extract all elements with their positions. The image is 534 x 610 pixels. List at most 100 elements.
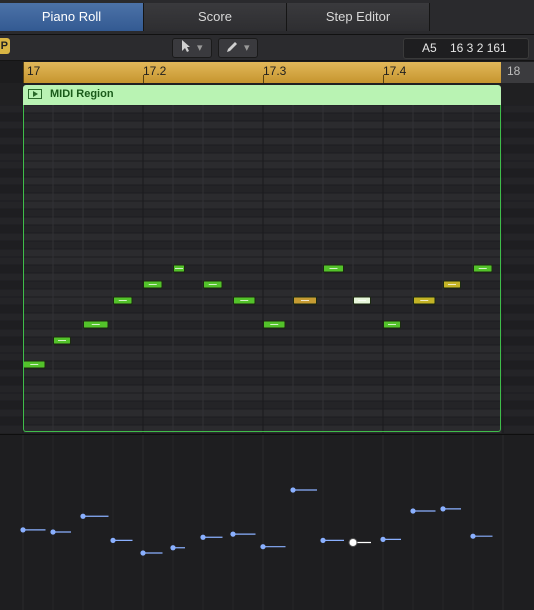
velocity-point xyxy=(200,534,206,540)
midi-note[interactable] xyxy=(173,264,185,273)
region-ruler-bar xyxy=(23,62,501,83)
ruler-label: 17.2 xyxy=(143,64,167,78)
midi-note[interactable] xyxy=(413,296,436,305)
pitch-row xyxy=(0,121,534,129)
pitch-row xyxy=(0,137,534,145)
pitch-row xyxy=(0,369,534,377)
midi-note[interactable] xyxy=(113,296,133,305)
midi-note[interactable] xyxy=(203,280,223,289)
pitch-row xyxy=(0,417,534,425)
ruler-label: 18 xyxy=(507,64,521,78)
velocity-point xyxy=(440,506,446,512)
pitch-row xyxy=(0,169,534,177)
pitch-row xyxy=(0,425,534,433)
pitch-row xyxy=(0,185,534,193)
midi-note[interactable] xyxy=(443,280,461,289)
tab-piano-roll[interactable]: Piano Roll xyxy=(0,3,144,31)
pitch-row xyxy=(0,273,534,281)
velocity-point xyxy=(260,544,266,550)
velocity-point xyxy=(110,537,116,543)
bar-ruler[interactable]: 17 17.2 17.3 17.4 18 xyxy=(0,61,534,83)
pitch-row xyxy=(0,345,534,353)
pitch-row xyxy=(0,385,534,393)
pitch-row xyxy=(0,193,534,201)
velocity-point xyxy=(80,513,86,519)
velocity-point xyxy=(50,529,56,535)
midi-note[interactable] xyxy=(53,336,71,345)
midi-note[interactable] xyxy=(143,280,163,289)
midi-note[interactable] xyxy=(263,320,286,329)
editor-tab-bar: Piano Roll Score Step Editor xyxy=(0,0,534,35)
piano-roll-grid[interactable] xyxy=(0,105,534,433)
midi-note[interactable] xyxy=(353,296,371,305)
editor-toolbar: P ▾ ▾ A5 16 3 2 161 xyxy=(0,35,534,61)
midi-note[interactable] xyxy=(383,320,401,329)
ruler-label: 17.3 xyxy=(263,64,287,78)
tab-score[interactable]: Score xyxy=(144,3,287,31)
pitch-row xyxy=(0,377,534,385)
midi-note[interactable] xyxy=(23,360,46,369)
pitch-row xyxy=(0,249,534,257)
midi-region-header[interactable]: MIDI Region xyxy=(23,85,501,105)
velocity-point xyxy=(348,538,358,547)
pitch-row xyxy=(0,409,534,417)
pitch-row xyxy=(0,153,534,161)
region-title: MIDI Region xyxy=(50,88,114,100)
pitch-row xyxy=(0,241,534,249)
pitch-row xyxy=(0,329,534,337)
velocity-point xyxy=(20,527,26,533)
velocity-point xyxy=(320,537,326,543)
pointer-tool-icon xyxy=(181,39,191,59)
pitch-row xyxy=(0,233,534,241)
pitch-row xyxy=(0,401,534,409)
right-click-tool-menu[interactable]: ▾ xyxy=(218,38,258,58)
pitch-row xyxy=(0,145,534,153)
catch-icon[interactable]: P xyxy=(0,38,10,54)
pitch-row xyxy=(0,393,534,401)
pitch-row xyxy=(0,201,534,209)
pitch-row xyxy=(0,161,534,169)
midi-note[interactable] xyxy=(323,264,344,273)
velocity-point xyxy=(290,487,296,493)
velocity-point xyxy=(470,533,476,539)
pitch-row xyxy=(0,337,534,345)
pencil-tool-icon xyxy=(225,40,239,60)
velocity-background xyxy=(0,435,534,610)
pitch-row xyxy=(0,265,534,273)
velocity-lane[interactable] xyxy=(0,434,534,610)
pitch-row xyxy=(0,177,534,185)
velocity-point xyxy=(410,508,416,514)
ruler-label: 17.4 xyxy=(383,64,407,78)
pitch-row xyxy=(0,225,534,233)
pitch-row xyxy=(0,353,534,361)
pitch-row xyxy=(0,313,534,321)
midi-note[interactable] xyxy=(473,264,493,273)
pitch-readout: A5 xyxy=(422,41,437,55)
velocity-point xyxy=(140,550,146,556)
pitch-row xyxy=(0,289,534,297)
ruler-label: 17 xyxy=(27,64,41,78)
velocity-point xyxy=(230,531,236,537)
tab-step-editor[interactable]: Step Editor xyxy=(287,3,430,31)
pitch-row xyxy=(0,361,534,369)
position-readout: 16 3 2 161 xyxy=(450,41,507,55)
midi-note[interactable] xyxy=(233,296,256,305)
pitch-row xyxy=(0,105,534,113)
midi-note[interactable] xyxy=(83,320,109,329)
pitch-row xyxy=(0,113,534,121)
ruler-tick xyxy=(23,62,24,83)
velocity-point xyxy=(380,536,386,542)
velocity-point xyxy=(170,545,176,551)
pitch-row xyxy=(0,129,534,137)
pitch-row xyxy=(0,305,534,313)
pitch-row xyxy=(0,217,534,225)
pitch-row xyxy=(0,297,534,305)
chevron-down-icon: ▾ xyxy=(197,42,203,54)
region-icon xyxy=(28,89,42,99)
midi-note[interactable] xyxy=(293,296,317,305)
pitch-row xyxy=(0,209,534,217)
chevron-down-icon: ▾ xyxy=(244,42,250,54)
left-click-tool-menu[interactable]: ▾ xyxy=(172,38,212,58)
position-display: A5 16 3 2 161 xyxy=(403,38,529,59)
pitch-row xyxy=(0,257,534,265)
